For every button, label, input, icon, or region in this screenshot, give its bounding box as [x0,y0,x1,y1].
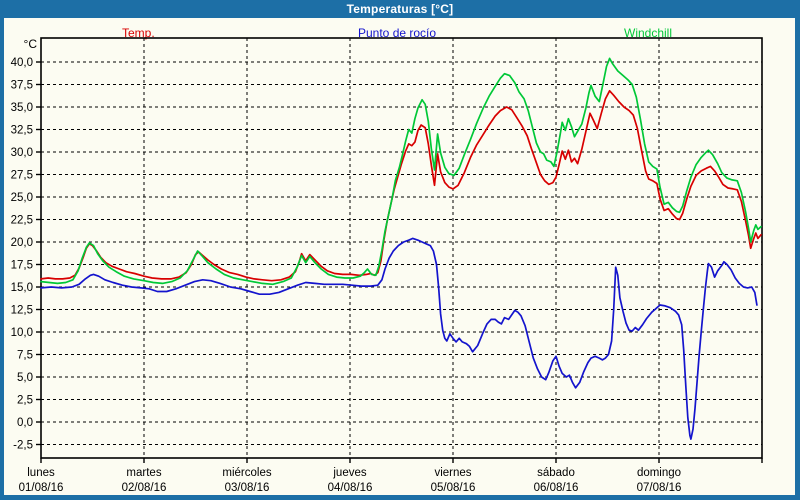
y-tick-label: 30,0 [11,147,33,159]
y-tick-label: 25,0 [11,192,33,204]
day-date-label: 02/08/16 [122,482,167,494]
y-tick-label: 40,0 [11,57,33,69]
series-temp [41,91,761,281]
day-name-label: viernes [434,467,471,479]
day-date-label: 06/08/16 [534,482,579,494]
day-name-label: miércoles [222,467,271,479]
y-tick-label: 27,5 [11,170,33,182]
day-name-label: jueves [332,467,366,479]
y-tick-label: 15,0 [11,282,33,294]
day-name-label: lunes [27,467,55,479]
y-tick-label: 35,0 [11,102,33,114]
plot-border [41,38,762,458]
y-gridlines: 40,0 37,5 35,0 32,5 30,0 27,5 25,0 22,5 20,0 17,5… [11,57,762,452]
day-name-label: martes [126,467,161,479]
y-tick-label: 2,5 [17,395,33,407]
x-gridlines: lunes 01/08/16 martes 02/08/16 miércoles 03/0… [19,38,762,494]
y-tick-label: 7,5 [17,350,33,362]
app-window: Temperaturas [°C] Temp. Punto de rocío W… [0,0,800,500]
day-date-label: 05/08/16 [431,482,476,494]
y-tick-label: 10,0 [11,327,33,339]
day-date-label: 07/08/16 [637,482,682,494]
day-name-label: domingo [637,467,681,479]
y-tick-label: 22,5 [11,215,33,227]
y-tick-label: 12,5 [11,305,33,317]
day-date-label: 03/08/16 [225,482,270,494]
day-date-label: 04/08/16 [328,482,373,494]
y-tick-label: 5,0 [17,372,33,384]
series-windchill [41,58,761,284]
y-tick-label: 0,0 [17,417,33,429]
day-date-label: 01/08/16 [19,482,64,494]
series-dew [41,238,757,439]
y-tick-label: 37,5 [11,80,33,92]
y-tick-label: 17,5 [11,260,33,272]
y-tick-label: 20,0 [11,237,33,249]
y-tick-label: 32,5 [11,125,33,137]
y-tick-label: -2,5 [13,440,33,452]
temperature-chart: 40,0 37,5 35,0 32,5 30,0 27,5 25,0 22,5 20,0 17,5… [0,0,800,500]
day-name-label: sábado [537,467,575,479]
